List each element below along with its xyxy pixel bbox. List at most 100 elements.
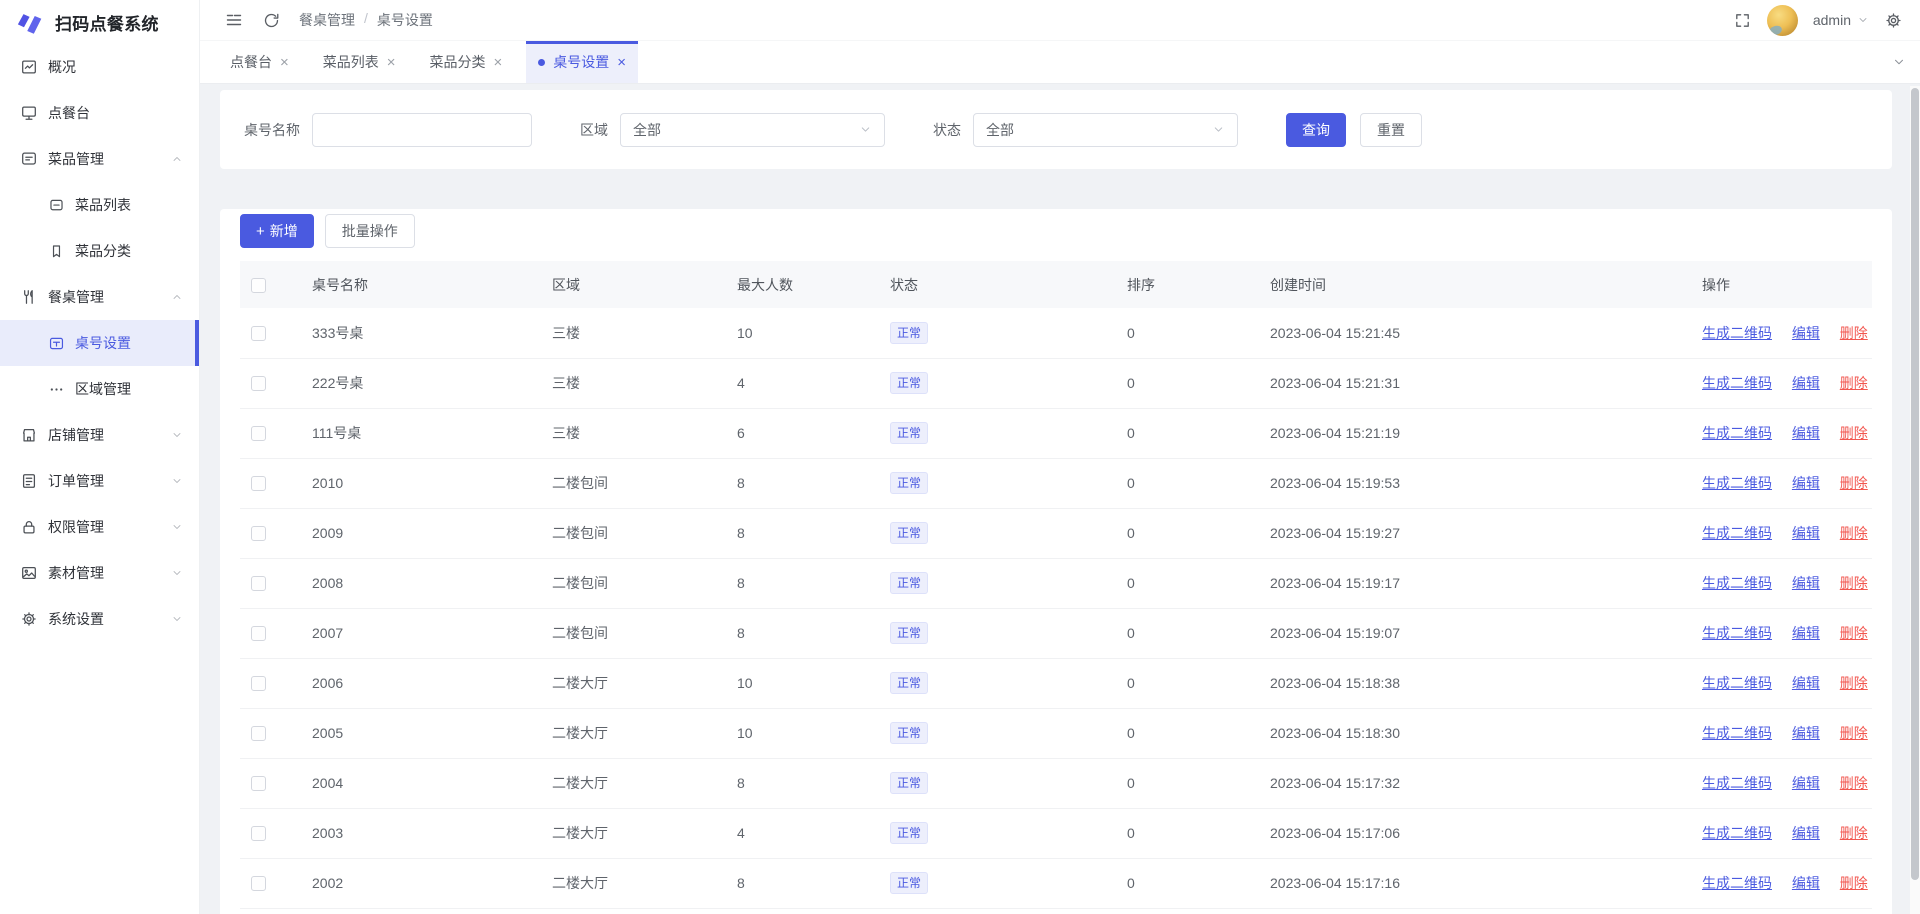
delete-link[interactable]: 删除: [1840, 775, 1868, 791]
generate-qrcode-link[interactable]: 生成二维码: [1702, 425, 1772, 441]
scrollbar-thumb[interactable]: [1911, 88, 1919, 880]
row-checkbox[interactable]: [251, 576, 266, 591]
table-name-input[interactable]: [312, 113, 532, 147]
tab-table-number-settings[interactable]: 桌号设置: [526, 41, 638, 83]
row-checkbox[interactable]: [251, 376, 266, 391]
menu-fold-icon[interactable]: [224, 10, 244, 30]
tab-dish-list[interactable]: 菜品列表: [313, 41, 406, 83]
generate-qrcode-link[interactable]: 生成二维码: [1702, 675, 1772, 691]
edit-link[interactable]: 编辑: [1792, 725, 1820, 741]
sidebar-item-overview[interactable]: 概况: [0, 44, 199, 90]
delete-link[interactable]: 删除: [1840, 475, 1868, 491]
plus-icon: [256, 223, 265, 239]
sidebar-item-material-management[interactable]: 素材管理: [0, 550, 199, 596]
refresh-icon[interactable]: [262, 11, 281, 30]
chevron-down-icon: [1892, 55, 1906, 69]
generate-qrcode-link[interactable]: 生成二维码: [1702, 625, 1772, 641]
sidebar-item-permission-management[interactable]: 权限管理: [0, 504, 199, 550]
sidebar-item-label: 餐桌管理: [48, 287, 104, 307]
sidebar-item-dish-category[interactable]: 菜品分类: [0, 228, 199, 274]
scrollbar[interactable]: [1910, 86, 1920, 914]
sidebar-item-dish-management[interactable]: 菜品管理: [0, 136, 199, 182]
fullscreen-icon[interactable]: [1733, 11, 1752, 30]
dashboard-icon: [20, 58, 38, 76]
delete-link[interactable]: 删除: [1840, 525, 1868, 541]
generate-qrcode-link[interactable]: 生成二维码: [1702, 475, 1772, 491]
sidebar-item-dish-list[interactable]: 菜品列表: [0, 182, 199, 228]
row-checkbox[interactable]: [251, 826, 266, 841]
tab-close-icon[interactable]: [617, 55, 626, 70]
edit-link[interactable]: 编辑: [1792, 625, 1820, 641]
row-checkbox[interactable]: [251, 426, 266, 441]
sidebar-item-order-management[interactable]: 订单管理: [0, 458, 199, 504]
row-checkbox[interactable]: [251, 776, 266, 791]
select-all-checkbox[interactable]: [251, 278, 266, 293]
settings-gear-icon[interactable]: [1884, 11, 1903, 30]
sidebar-item-area-management[interactable]: 区域管理: [0, 366, 199, 412]
delete-link[interactable]: 删除: [1840, 375, 1868, 391]
edit-link[interactable]: 编辑: [1792, 825, 1820, 841]
batch-operation-button[interactable]: 批量操作: [325, 214, 415, 248]
status-select[interactable]: 全部: [973, 113, 1238, 147]
sidebar-item-label: 权限管理: [48, 517, 104, 537]
edit-link[interactable]: 编辑: [1792, 475, 1820, 491]
chevron-down-icon: [171, 613, 183, 625]
generate-qrcode-link[interactable]: 生成二维码: [1702, 375, 1772, 391]
search-button[interactable]: 查询: [1286, 113, 1346, 147]
add-button[interactable]: 新增: [240, 214, 314, 248]
generate-qrcode-link[interactable]: 生成二维码: [1702, 525, 1772, 541]
delete-link[interactable]: 删除: [1840, 675, 1868, 691]
row-checkbox[interactable]: [251, 626, 266, 641]
delete-link[interactable]: 删除: [1840, 325, 1868, 341]
delete-link[interactable]: 删除: [1840, 575, 1868, 591]
generate-qrcode-link[interactable]: 生成二维码: [1702, 725, 1772, 741]
sidebar-item-shop-management[interactable]: 店铺管理: [0, 412, 199, 458]
row-checkbox[interactable]: [251, 476, 266, 491]
area-select[interactable]: 全部: [620, 113, 885, 147]
row-checkbox[interactable]: [251, 876, 266, 891]
tab-close-icon[interactable]: [280, 55, 289, 70]
delete-link[interactable]: 删除: [1840, 425, 1868, 441]
generate-qrcode-link[interactable]: 生成二维码: [1702, 825, 1772, 841]
tab-close-icon[interactable]: [494, 55, 503, 70]
sidebar-item-order-desk[interactable]: 点餐台: [0, 90, 199, 136]
tab-close-icon[interactable]: [387, 55, 396, 70]
generate-qrcode-link[interactable]: 生成二维码: [1702, 325, 1772, 341]
avatar[interactable]: [1767, 5, 1798, 36]
edit-link[interactable]: 编辑: [1792, 525, 1820, 541]
user-menu[interactable]: admin: [1813, 12, 1869, 28]
edit-link[interactable]: 编辑: [1792, 675, 1820, 691]
tab-dish-category[interactable]: 菜品分类: [420, 41, 513, 83]
cell-created-at: 2023-06-04 15:17:06: [1260, 808, 1692, 858]
delete-link[interactable]: 删除: [1840, 725, 1868, 741]
tab-order-desk[interactable]: 点餐台: [220, 41, 299, 83]
edit-link[interactable]: 编辑: [1792, 325, 1820, 341]
row-checkbox[interactable]: [251, 526, 266, 541]
tabs-dropdown-button[interactable]: [1878, 41, 1920, 83]
edit-link[interactable]: 编辑: [1792, 425, 1820, 441]
sidebar-item-system-settings[interactable]: 系统设置: [0, 596, 199, 642]
cell-area: 三楼: [542, 308, 727, 358]
delete-link[interactable]: 删除: [1840, 625, 1868, 641]
cell-max-people: 8: [727, 608, 880, 658]
generate-qrcode-link[interactable]: 生成二维码: [1702, 875, 1772, 891]
table-row: 333号桌 三楼 10 正常 0 2023-06-04 15:21:45 生成二…: [240, 308, 1872, 358]
edit-link[interactable]: 编辑: [1792, 375, 1820, 391]
row-checkbox[interactable]: [251, 326, 266, 341]
edit-link[interactable]: 编辑: [1792, 775, 1820, 791]
breadcrumb-item[interactable]: 餐桌管理: [299, 10, 355, 30]
generate-qrcode-link[interactable]: 生成二维码: [1702, 775, 1772, 791]
topbar: 餐桌管理 / 桌号设置 admin: [200, 0, 1920, 41]
delete-link[interactable]: 删除: [1840, 875, 1868, 891]
row-checkbox[interactable]: [251, 676, 266, 691]
status-badge: 正常: [890, 372, 928, 394]
row-checkbox[interactable]: [251, 726, 266, 741]
sidebar-item-table-number-settings[interactable]: 桌号设置: [0, 320, 199, 366]
edit-link[interactable]: 编辑: [1792, 575, 1820, 591]
reset-button[interactable]: 重置: [1360, 113, 1422, 147]
app-logo[interactable]: 扫码点餐系统: [0, 0, 199, 44]
generate-qrcode-link[interactable]: 生成二维码: [1702, 575, 1772, 591]
edit-link[interactable]: 编辑: [1792, 875, 1820, 891]
delete-link[interactable]: 删除: [1840, 825, 1868, 841]
sidebar-item-table-management[interactable]: 餐桌管理: [0, 274, 199, 320]
